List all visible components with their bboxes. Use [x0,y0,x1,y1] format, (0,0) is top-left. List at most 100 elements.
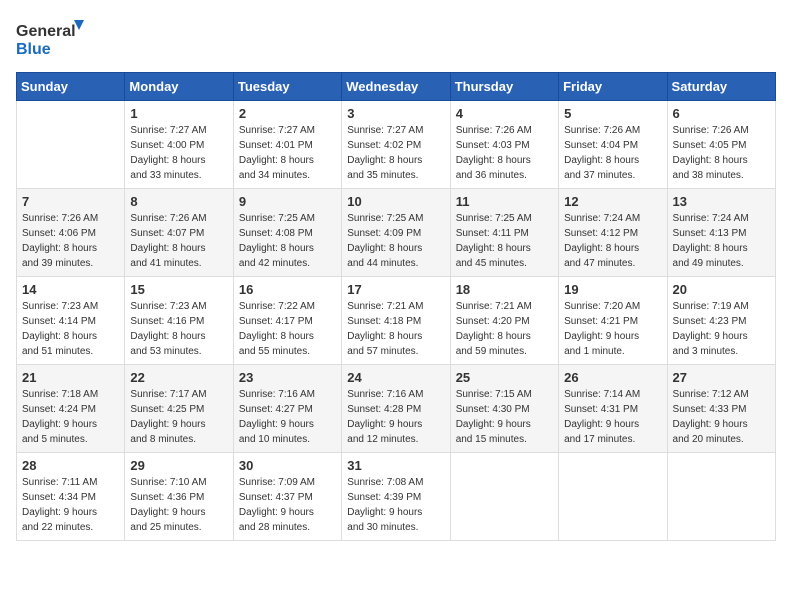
calendar-cell: 18 Sunrise: 7:21 AM Sunset: 4:20 PM Dayli… [450,277,558,365]
calendar-cell: 24 Sunrise: 7:16 AM Sunset: 4:28 PM Dayli… [342,365,450,453]
day-number: 9 [239,194,336,209]
header-day-saturday: Saturday [667,73,775,101]
day-number: 31 [347,458,444,473]
calendar-table: SundayMondayTuesdayWednesdayThursdayFrid… [16,72,776,541]
calendar-cell: 29 Sunrise: 7:10 AM Sunset: 4:36 PM Dayli… [125,453,233,541]
day-info: Sunrise: 7:21 AM Sunset: 4:18 PM Dayligh… [347,299,444,359]
calendar-cell [17,101,125,189]
calendar-cell: 30 Sunrise: 7:09 AM Sunset: 4:37 PM Dayli… [233,453,341,541]
day-info: Sunrise: 7:23 AM Sunset: 4:16 PM Dayligh… [130,299,227,359]
logo-svg: GeneralBlue [16,16,86,60]
header-day-sunday: Sunday [17,73,125,101]
calendar-cell: 28 Sunrise: 7:11 AM Sunset: 4:34 PM Dayli… [17,453,125,541]
calendar-cell [450,453,558,541]
day-info: Sunrise: 7:24 AM Sunset: 4:13 PM Dayligh… [673,211,770,271]
day-number: 21 [22,370,119,385]
calendar-header-row: SundayMondayTuesdayWednesdayThursdayFrid… [17,73,776,101]
day-number: 13 [673,194,770,209]
day-number: 30 [239,458,336,473]
day-info: Sunrise: 7:08 AM Sunset: 4:39 PM Dayligh… [347,475,444,535]
day-info: Sunrise: 7:14 AM Sunset: 4:31 PM Dayligh… [564,387,661,447]
calendar-cell [667,453,775,541]
calendar-week-4: 21 Sunrise: 7:18 AM Sunset: 4:24 PM Dayli… [17,365,776,453]
calendar-cell: 5 Sunrise: 7:26 AM Sunset: 4:04 PM Daylig… [559,101,667,189]
calendar-cell: 10Sunrise: 7:25 AM Sunset: 4:09 PM Dayli… [342,189,450,277]
calendar-cell: 22 Sunrise: 7:17 AM Sunset: 4:25 PM Dayli… [125,365,233,453]
day-number: 4 [456,106,553,121]
day-number: 26 [564,370,661,385]
day-info: Sunrise: 7:12 AM Sunset: 4:33 PM Dayligh… [673,387,770,447]
day-number: 14 [22,282,119,297]
calendar-week-2: 7Sunrise: 7:26 AM Sunset: 4:06 PM Daylig… [17,189,776,277]
day-number: 1 [130,106,227,121]
calendar-cell: 15 Sunrise: 7:23 AM Sunset: 4:16 PM Dayli… [125,277,233,365]
day-info: Sunrise: 7:24 AM Sunset: 4:12 PM Dayligh… [564,211,661,271]
calendar-cell: 27 Sunrise: 7:12 AM Sunset: 4:33 PM Dayli… [667,365,775,453]
day-number: 22 [130,370,227,385]
calendar-cell: 9 Sunrise: 7:25 AM Sunset: 4:08 PM Daylig… [233,189,341,277]
day-info: Sunrise: 7:18 AM Sunset: 4:24 PM Dayligh… [22,387,119,447]
day-number: 27 [673,370,770,385]
day-number: 18 [456,282,553,297]
day-info: Sunrise: 7:22 AM Sunset: 4:17 PM Dayligh… [239,299,336,359]
day-number: 16 [239,282,336,297]
day-number: 19 [564,282,661,297]
header-day-tuesday: Tuesday [233,73,341,101]
calendar-cell: 3 Sunrise: 7:27 AM Sunset: 4:02 PM Daylig… [342,101,450,189]
calendar-cell: 12 Sunrise: 7:24 AM Sunset: 4:12 PM Dayli… [559,189,667,277]
day-info: Sunrise: 7:16 AM Sunset: 4:27 PM Dayligh… [239,387,336,447]
day-number: 10 [347,194,444,209]
page-header: GeneralBlue [16,16,776,60]
calendar-cell: 4Sunrise: 7:26 AM Sunset: 4:03 PM Daylig… [450,101,558,189]
day-info: Sunrise: 7:25 AM Sunset: 4:08 PM Dayligh… [239,211,336,271]
day-info: Sunrise: 7:20 AM Sunset: 4:21 PM Dayligh… [564,299,661,359]
day-number: 8 [130,194,227,209]
header-day-wednesday: Wednesday [342,73,450,101]
day-number: 2 [239,106,336,121]
day-number: 17 [347,282,444,297]
day-info: Sunrise: 7:26 AM Sunset: 4:04 PM Dayligh… [564,123,661,183]
day-info: Sunrise: 7:27 AM Sunset: 4:01 PM Dayligh… [239,123,336,183]
day-number: 3 [347,106,444,121]
day-info: Sunrise: 7:27 AM Sunset: 4:00 PM Dayligh… [130,123,227,183]
header-day-friday: Friday [559,73,667,101]
calendar-cell: 26 Sunrise: 7:14 AM Sunset: 4:31 PM Dayli… [559,365,667,453]
day-number: 12 [564,194,661,209]
day-number: 5 [564,106,661,121]
calendar-week-5: 28 Sunrise: 7:11 AM Sunset: 4:34 PM Dayli… [17,453,776,541]
calendar-cell: 19 Sunrise: 7:20 AM Sunset: 4:21 PM Dayli… [559,277,667,365]
day-number: 15 [130,282,227,297]
day-info: Sunrise: 7:16 AM Sunset: 4:28 PM Dayligh… [347,387,444,447]
day-info: Sunrise: 7:23 AM Sunset: 4:14 PM Dayligh… [22,299,119,359]
calendar-cell: 2 Sunrise: 7:27 AM Sunset: 4:01 PM Daylig… [233,101,341,189]
calendar-cell: 17 Sunrise: 7:21 AM Sunset: 4:18 PM Dayli… [342,277,450,365]
calendar-cell: 16 Sunrise: 7:22 AM Sunset: 4:17 PM Dayli… [233,277,341,365]
day-info: Sunrise: 7:15 AM Sunset: 4:30 PM Dayligh… [456,387,553,447]
day-info: Sunrise: 7:27 AM Sunset: 4:02 PM Dayligh… [347,123,444,183]
svg-text:Blue: Blue [16,41,51,58]
day-number: 24 [347,370,444,385]
day-info: Sunrise: 7:19 AM Sunset: 4:23 PM Dayligh… [673,299,770,359]
day-info: Sunrise: 7:25 AM Sunset: 4:11 PM Dayligh… [456,211,553,271]
calendar-week-1: 1 Sunrise: 7:27 AM Sunset: 4:00 PM Daylig… [17,101,776,189]
day-number: 20 [673,282,770,297]
day-info: Sunrise: 7:09 AM Sunset: 4:37 PM Dayligh… [239,475,336,535]
day-number: 28 [22,458,119,473]
calendar-cell: 8 Sunrise: 7:26 AM Sunset: 4:07 PM Daylig… [125,189,233,277]
calendar-cell: 1 Sunrise: 7:27 AM Sunset: 4:00 PM Daylig… [125,101,233,189]
day-info: Sunrise: 7:26 AM Sunset: 4:05 PM Dayligh… [673,123,770,183]
calendar-cell: 20 Sunrise: 7:19 AM Sunset: 4:23 PM Dayli… [667,277,775,365]
logo: GeneralBlue [16,16,86,60]
day-info: Sunrise: 7:26 AM Sunset: 4:07 PM Dayligh… [130,211,227,271]
day-info: Sunrise: 7:26 AM Sunset: 4:06 PM Dayligh… [22,211,119,271]
day-number: 23 [239,370,336,385]
day-number: 29 [130,458,227,473]
header-day-monday: Monday [125,73,233,101]
day-info: Sunrise: 7:17 AM Sunset: 4:25 PM Dayligh… [130,387,227,447]
day-info: Sunrise: 7:10 AM Sunset: 4:36 PM Dayligh… [130,475,227,535]
calendar-cell: 6Sunrise: 7:26 AM Sunset: 4:05 PM Daylig… [667,101,775,189]
calendar-cell: 14 Sunrise: 7:23 AM Sunset: 4:14 PM Dayli… [17,277,125,365]
day-info: Sunrise: 7:21 AM Sunset: 4:20 PM Dayligh… [456,299,553,359]
day-info: Sunrise: 7:11 AM Sunset: 4:34 PM Dayligh… [22,475,119,535]
calendar-cell [559,453,667,541]
